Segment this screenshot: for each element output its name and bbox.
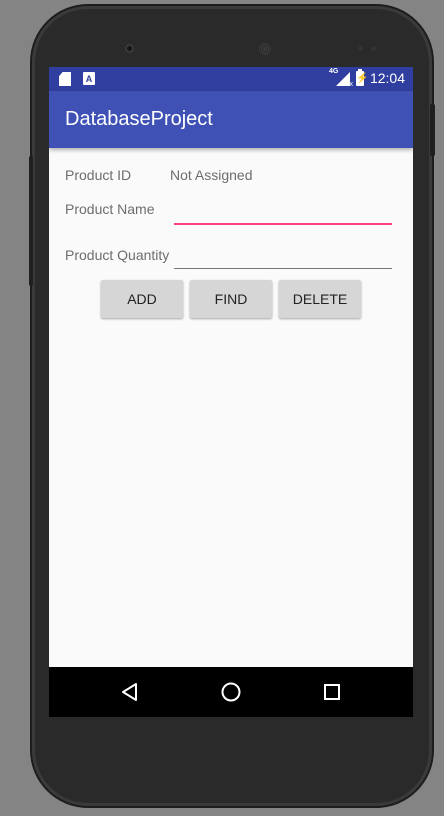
sd-card-icon (59, 72, 71, 86)
nav-recents-button[interactable] (302, 667, 362, 717)
no-data-mark: x (349, 81, 353, 88)
app-title: DatabaseProject (65, 108, 213, 130)
product-id-label: Product ID (65, 167, 132, 183)
nav-back-button[interactable] (100, 667, 160, 717)
device-screen: A 4G x ⚡ 12:04 DatabaseProject Product I… (49, 67, 413, 717)
product-name-input[interactable] (174, 191, 392, 225)
navigation-bar (49, 667, 413, 717)
earpiece-speaker-icon (255, 39, 275, 59)
delete-button[interactable]: DELETE (279, 280, 361, 318)
find-button[interactable]: FIND (190, 280, 272, 318)
status-bar: A 4G x ⚡ 12:04 (49, 67, 413, 91)
product-id-value: Not Assigned (170, 167, 253, 183)
product-name-label: Product Name (65, 201, 155, 217)
light-sensor-icon (371, 46, 376, 51)
app-bar: DatabaseProject (49, 91, 413, 148)
volume-button[interactable] (430, 104, 435, 156)
front-camera-icon (125, 44, 134, 53)
product-quantity-input[interactable] (174, 236, 392, 269)
power-button[interactable] (29, 156, 33, 286)
battery-icon: ⚡ (355, 68, 369, 86)
proximity-sensor-icon (358, 46, 363, 51)
home-icon (221, 682, 241, 702)
recents-icon (324, 684, 340, 700)
app-notification-icon: A (83, 72, 95, 85)
status-clock: 12:04 (369, 70, 405, 86)
nav-home-button[interactable] (201, 667, 261, 717)
network-type-label: 4G (328, 68, 339, 75)
add-button[interactable]: ADD (101, 280, 183, 318)
product-quantity-label: Product Quantity (65, 247, 170, 263)
back-icon (122, 683, 137, 701)
charging-bolt-icon: ⚡ (355, 72, 369, 84)
signal-icon: 4G x (328, 68, 353, 88)
